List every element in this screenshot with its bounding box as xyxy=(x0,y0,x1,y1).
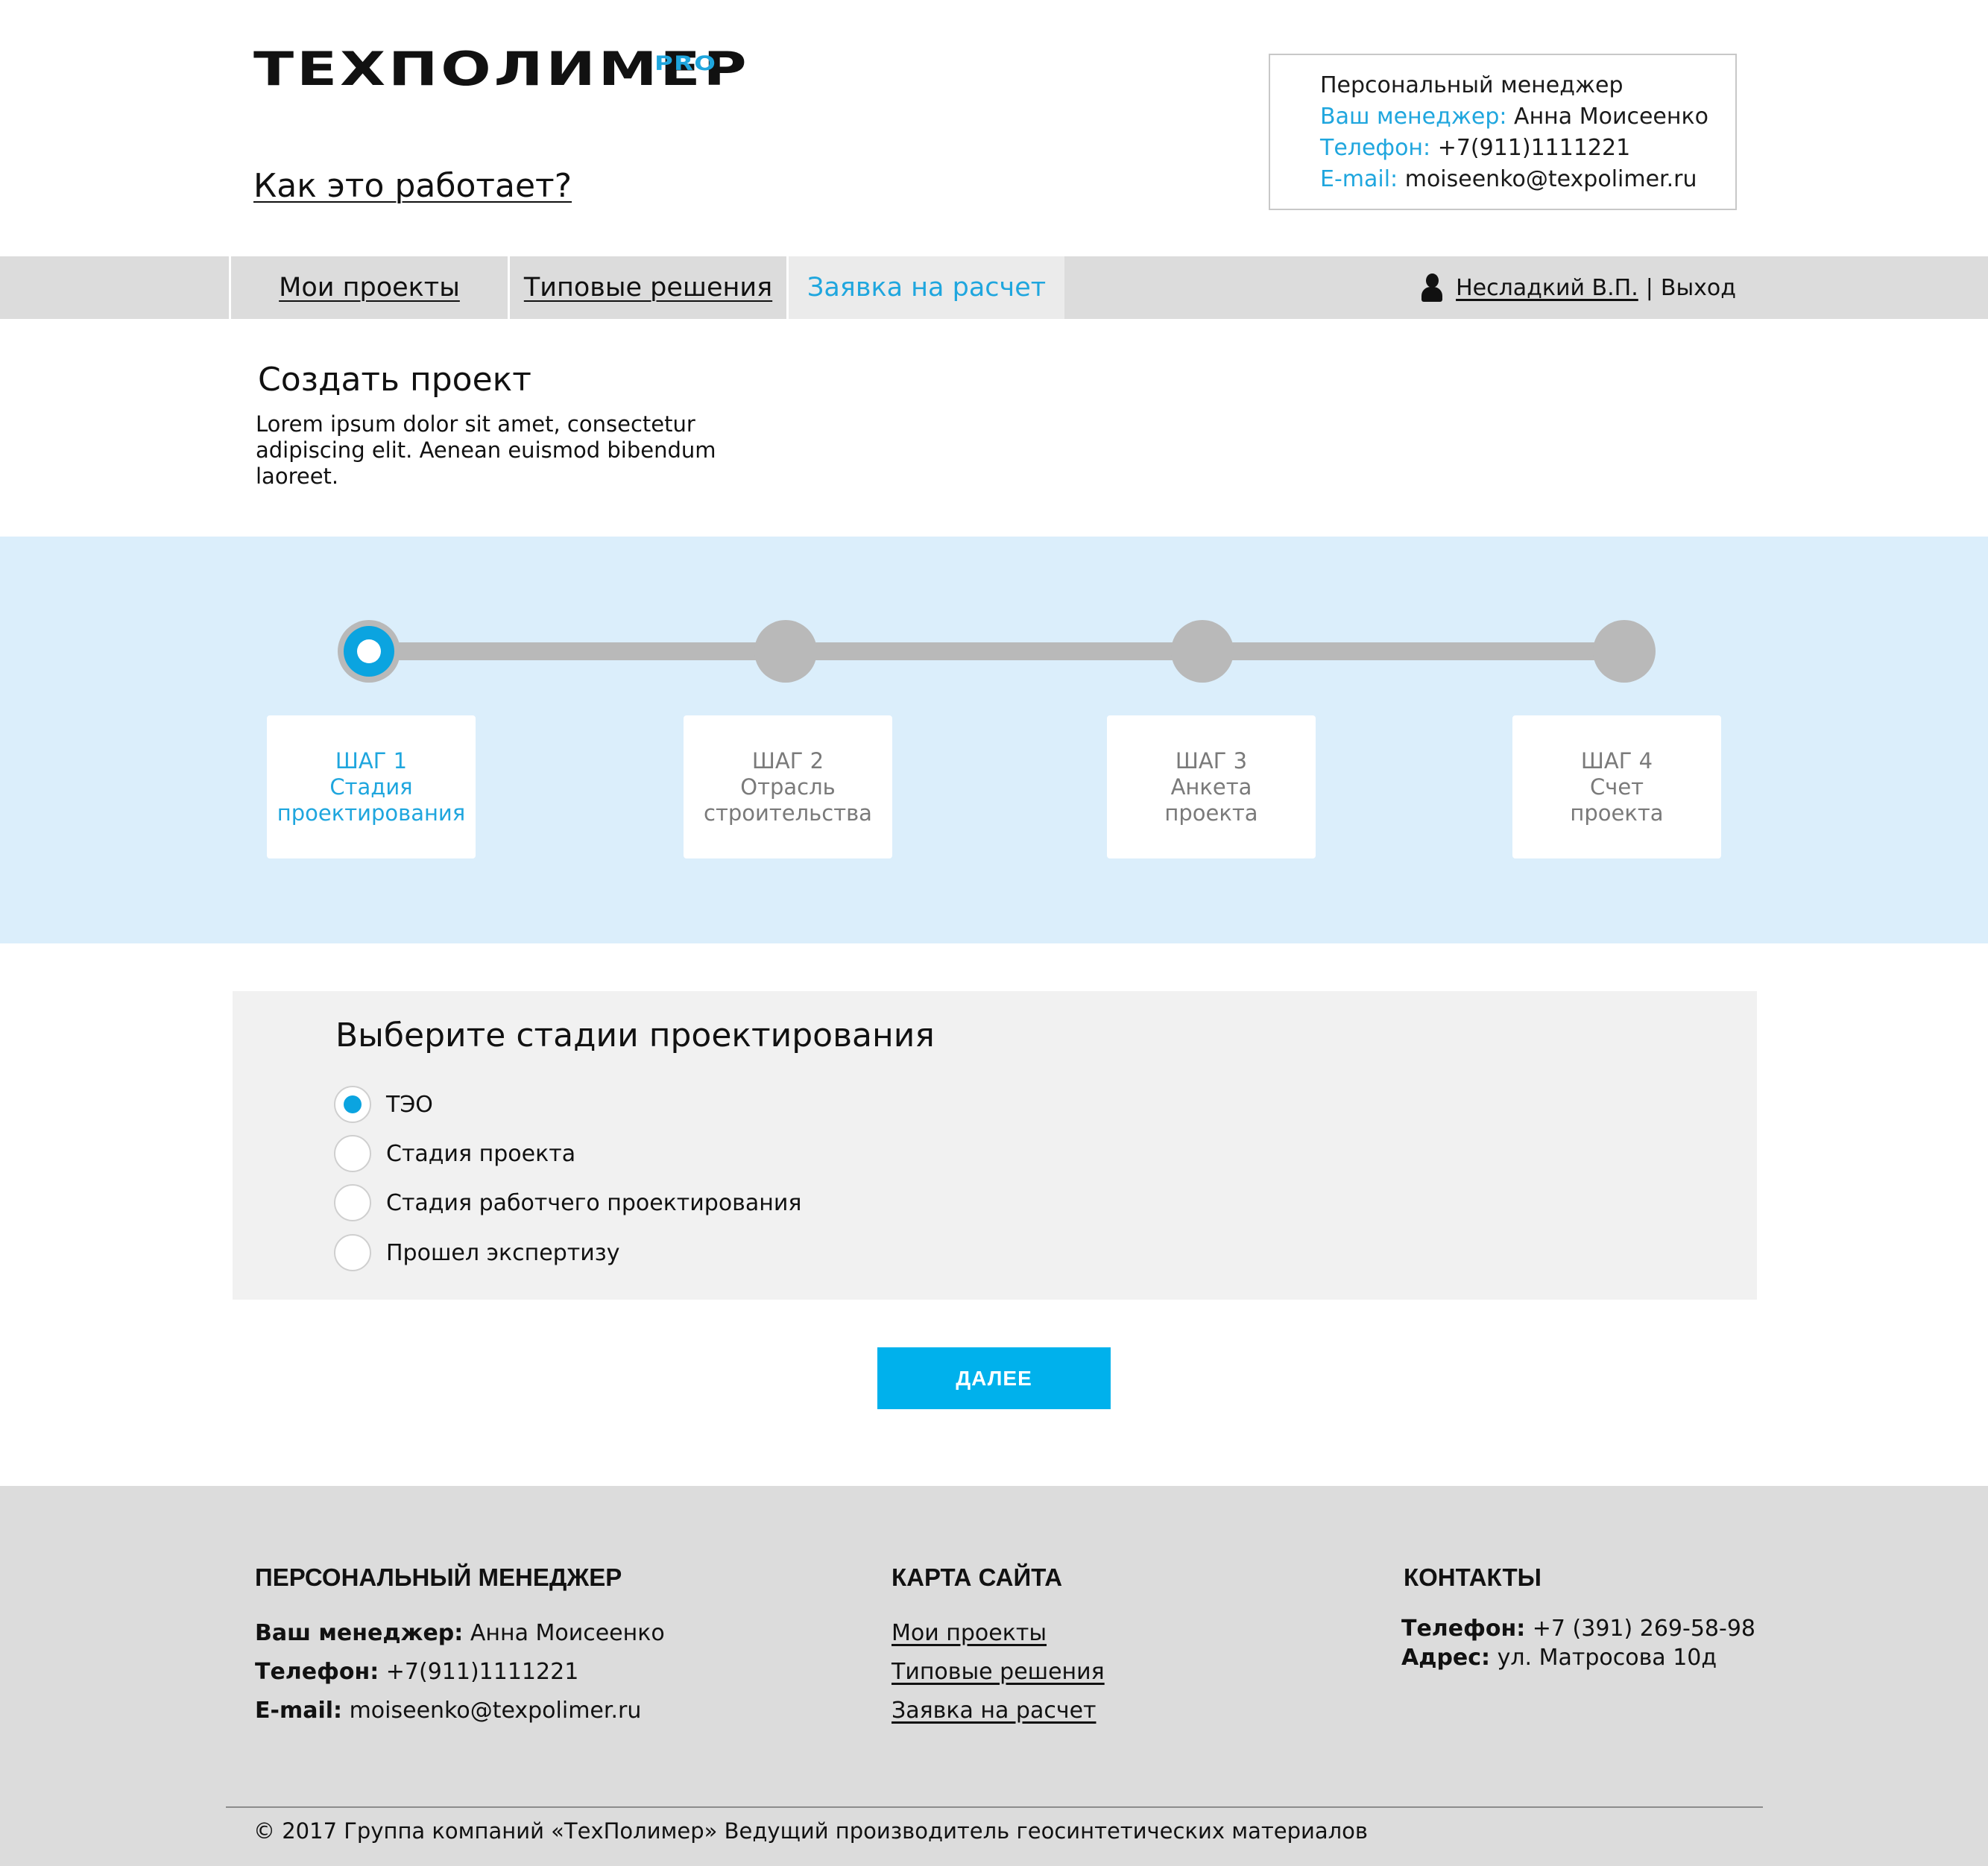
footer-contacts-column: КОНТАКТЫ Телефон: +7 (391) 269-58-98 Адр… xyxy=(1401,1563,1755,1672)
manager-label: Ваш менеджер: xyxy=(1320,104,1507,130)
personal-manager-box: Персональный менеджер Ваш менеджер: Анна… xyxy=(1269,54,1737,210)
step-title-line: проекта xyxy=(1164,800,1258,826)
footer-contact-phone: Телефон: +7 (391) 269-58-98 xyxy=(1401,1614,1755,1643)
step-1-marker[interactable] xyxy=(338,620,400,683)
page-title: Создать проект xyxy=(258,361,531,399)
user-icon xyxy=(1421,273,1443,302)
manager-box-phone: Телефон: +7(911)1111221 xyxy=(1320,133,1735,164)
step-card-2[interactable]: ШАГ 2 Отрасль строительства xyxy=(684,715,892,858)
footer-contact-address: Адрес: ул. Матросова 10д xyxy=(1401,1643,1755,1672)
form-title: Выберите стадии проектирования xyxy=(335,1016,935,1054)
option-project-stage[interactable]: Стадия проекта xyxy=(334,1134,575,1173)
step-number: ШАГ 3 xyxy=(1175,747,1248,774)
design-stage-form: Выберите стадии проектирования ТЭО Стади… xyxy=(233,991,1757,1300)
radio-button[interactable] xyxy=(334,1234,371,1271)
manager-box-manager: Ваш менеджер: Анна Моисеенко xyxy=(1320,101,1735,133)
logo[interactable]: ТЕХПОЛИМЕР PRO xyxy=(253,46,747,92)
email-label: E-mail: xyxy=(1320,166,1398,192)
step-title-line: Отрасль xyxy=(740,774,836,800)
user-menu: Несладкий В.П. | Выход xyxy=(1421,256,1736,319)
footer-label: Телефон: xyxy=(1401,1616,1526,1642)
footer-link-my-projects[interactable]: Мои проекты xyxy=(892,1614,1105,1653)
page-description: Lorem ipsum dolor sit amet, consectetur … xyxy=(256,411,716,489)
main-nav: Мои проекты Типовые решения Заявка на ра… xyxy=(0,256,1988,319)
footer-label: E-mail: xyxy=(255,1698,343,1724)
step-title-line: Стадия xyxy=(329,774,413,800)
footer: ПЕРСОНАЛЬНЫЙ МЕНЕДЖЕР Ваш менеджер: Анна… xyxy=(0,1486,1988,1866)
tab-typical-solutions[interactable]: Типовые решения xyxy=(510,256,786,319)
step-title-line: строительства xyxy=(704,800,872,826)
option-label: Стадия проекта xyxy=(386,1140,576,1167)
radio-button[interactable] xyxy=(334,1086,371,1123)
footer-manager-column: ПЕРСОНАЛЬНЫЙ МЕНЕДЖЕР Ваш менеджер: Анна… xyxy=(255,1563,665,1730)
next-button[interactable]: ДАЛЕЕ xyxy=(877,1347,1111,1409)
copyright-text: © 2017 Группа компаний «ТехПолимер» Веду… xyxy=(253,1818,1368,1844)
step-number: ШАГ 2 xyxy=(751,747,824,774)
radio-button[interactable] xyxy=(334,1135,371,1172)
footer-link-calculation-request[interactable]: Заявка на расчет xyxy=(892,1692,1105,1730)
step-card-3[interactable]: ШАГ 3 Анкета проекта xyxy=(1107,715,1316,858)
how-it-works-link[interactable]: Как это работает? xyxy=(253,167,572,205)
footer-label: Телефон: xyxy=(255,1659,379,1685)
footer-phone-line: Телефон: +7(911)1111221 xyxy=(255,1653,665,1692)
logout-link[interactable]: Выход xyxy=(1661,275,1736,301)
user-separator: | xyxy=(1645,274,1653,301)
footer-value[interactable]: +7(911)1111221 xyxy=(386,1659,579,1685)
phone-value[interactable]: +7(911)1111221 xyxy=(1438,135,1631,161)
step-3-marker[interactable] xyxy=(1171,620,1234,683)
option-teo[interactable]: ТЭО xyxy=(334,1085,433,1124)
step-4-marker[interactable] xyxy=(1593,620,1656,683)
manager-box-email: E-mail: moiseenko@texpolimer.ru xyxy=(1320,164,1735,195)
footer-manager-line: Ваш менеджер: Анна Моисеенко xyxy=(255,1614,665,1653)
footer-value: Анна Моисеенко xyxy=(470,1620,665,1646)
footer-sitemap-column: КАРТА САЙТА Мои проекты Типовые решения … xyxy=(892,1563,1105,1730)
option-label: ТЭО xyxy=(386,1091,433,1118)
step-card-1[interactable]: ШАГ 1 Стадия проектирования xyxy=(267,715,476,858)
manager-name: Анна Моисеенко xyxy=(1514,104,1708,130)
tab-my-projects[interactable]: Мои проекты xyxy=(231,256,508,319)
option-expertise-passed[interactable]: Прошел экспертизу xyxy=(334,1233,619,1272)
step-number: ШАГ 4 xyxy=(1580,747,1653,774)
step-card-4[interactable]: ШАГ 4 Счет проекта xyxy=(1512,715,1721,858)
footer-label: Ваш менеджер: xyxy=(255,1620,464,1646)
phone-label: Телефон: xyxy=(1320,135,1431,161)
user-name-link[interactable]: Несладкий В.П. xyxy=(1456,275,1638,301)
option-label: Прошел экспертизу xyxy=(386,1239,620,1266)
footer-heading: КАРТА САЙТА xyxy=(892,1563,1063,1591)
step-title-line: Анкета xyxy=(1170,774,1252,800)
tab-calculation-request[interactable]: Заявка на расчет xyxy=(789,256,1064,319)
footer-value[interactable]: moiseenko@texpolimer.ru xyxy=(350,1698,642,1724)
footer-value: ул. Матросова 10д xyxy=(1497,1645,1717,1671)
footer-value[interactable]: +7 (391) 269-58-98 xyxy=(1533,1616,1755,1642)
footer-label: Адрес: xyxy=(1401,1645,1491,1671)
step-2-marker[interactable] xyxy=(754,620,817,683)
stepper-track xyxy=(369,642,1622,660)
step-number: ШАГ 1 xyxy=(335,747,408,774)
footer-heading: ПЕРСОНАЛЬНЫЙ МЕНЕДЖЕР xyxy=(255,1563,622,1591)
step-title-line: Счет xyxy=(1589,774,1644,800)
email-value[interactable]: moiseenko@texpolimer.ru xyxy=(1405,166,1697,192)
footer-divider xyxy=(226,1806,1763,1808)
option-label: Стадия работчего проектирования xyxy=(386,1189,802,1216)
step-title-line: проектирования xyxy=(277,800,466,826)
manager-box-title: Персональный менеджер xyxy=(1320,72,1623,98)
radio-button[interactable] xyxy=(334,1184,371,1221)
option-working-design[interactable]: Стадия работчего проектирования xyxy=(334,1183,801,1222)
footer-link-typical-solutions[interactable]: Типовые решения xyxy=(892,1653,1105,1692)
step-title-line: проекта xyxy=(1570,800,1664,826)
footer-email-line: E-mail: moiseenko@texpolimer.ru xyxy=(255,1692,665,1730)
logo-pro-badge: PRO xyxy=(654,52,717,75)
footer-heading: КОНТАКТЫ xyxy=(1404,1563,1542,1591)
